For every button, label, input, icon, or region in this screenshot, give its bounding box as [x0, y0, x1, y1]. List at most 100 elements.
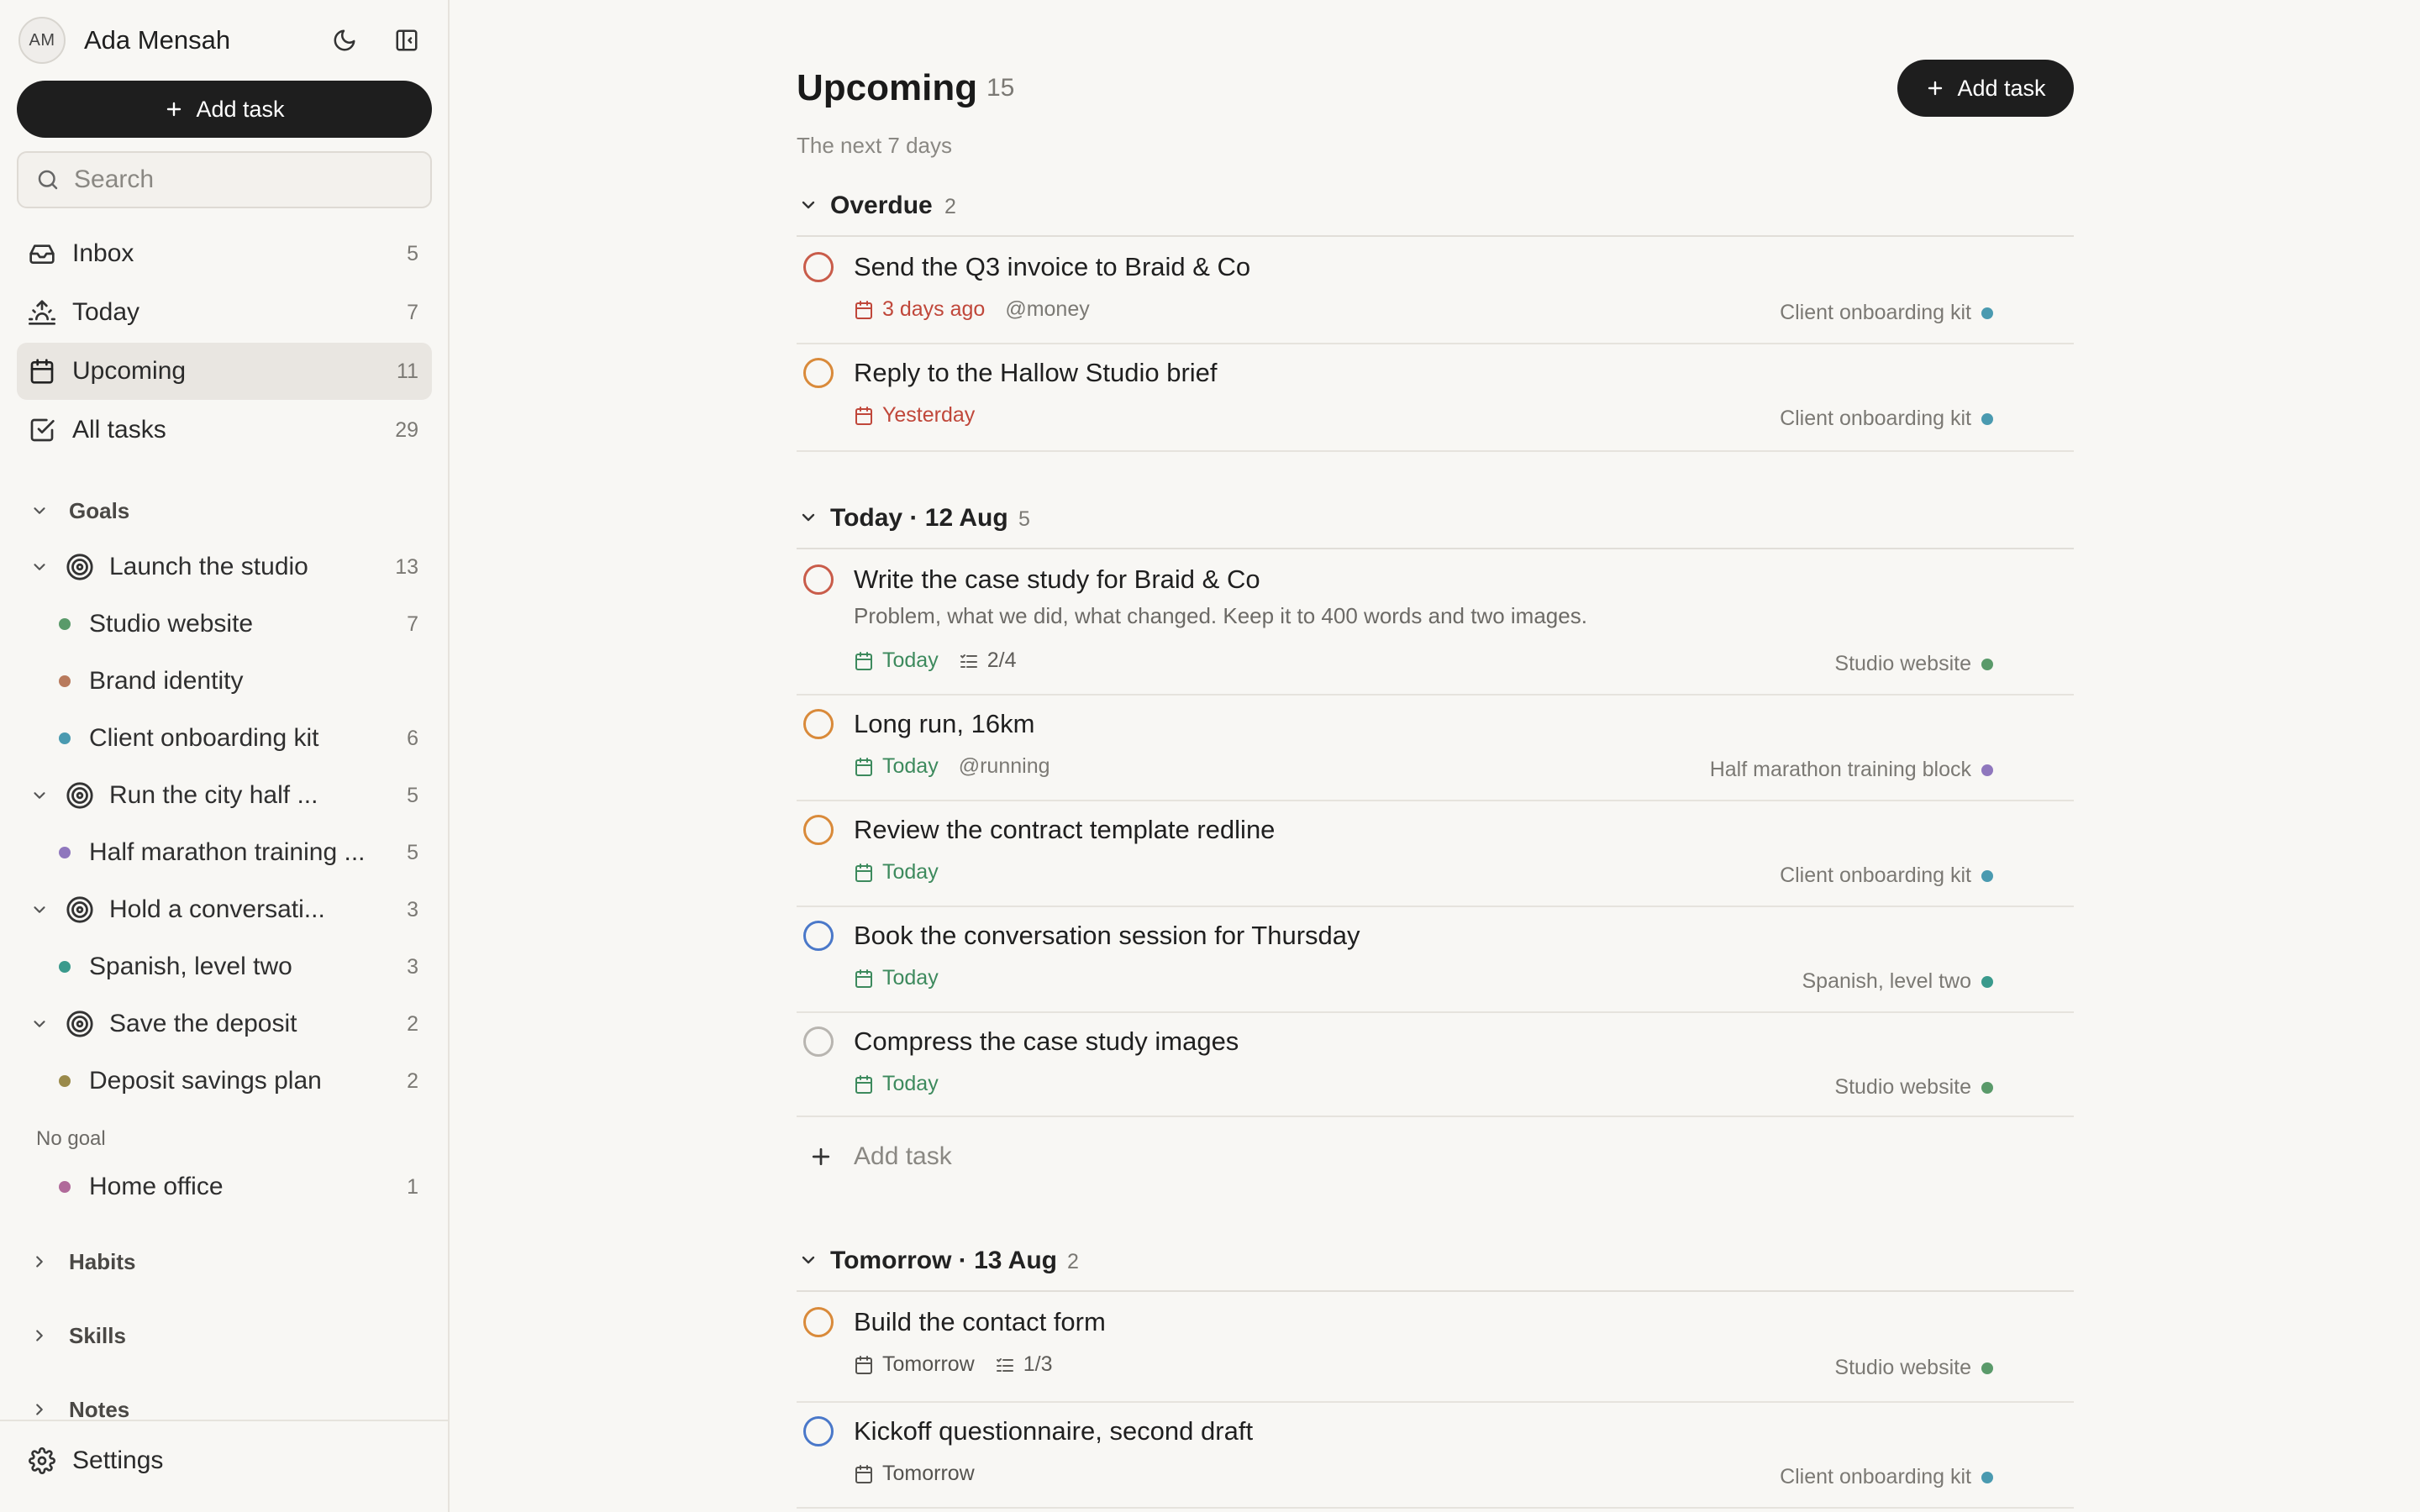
task-project-label: Client onboarding kit: [1780, 1465, 1971, 1488]
calendar-icon: [855, 1464, 872, 1483]
nav-count: 29: [395, 417, 418, 442]
page-title: Upcoming: [797, 67, 978, 108]
task-project-label: Studio website: [1834, 1356, 1971, 1379]
goal-item[interactable]: Save the deposit 2: [30, 1000, 432, 1047]
plus-icon: [812, 1147, 830, 1166]
task-checkbox[interactable]: [803, 815, 834, 845]
task-tag[interactable]: @money: [1005, 297, 1089, 322]
task-checkbox[interactable]: [803, 564, 834, 595]
chevron-down-icon: [802, 1256, 815, 1264]
project-label: Studio website: [89, 610, 254, 638]
chevron-right-icon: [36, 1330, 43, 1341]
plus-icon: [1928, 81, 1943, 96]
task-due-date: Today: [882, 860, 939, 884]
task-checkbox[interactable]: [803, 252, 834, 282]
habits-section-label: Habits: [69, 1248, 136, 1274]
task-project[interactable]: Studio website: [1834, 652, 1993, 676]
project-item-client-onboarding-kit[interactable]: Client onboarding kit 6: [59, 715, 432, 762]
skills-section-toggle[interactable]: Skills: [30, 1319, 126, 1352]
task-title: Reply to the Hallow Studio brief: [854, 358, 1218, 387]
project-item-deposit-savings[interactable]: Deposit savings plan 2: [59, 1058, 432, 1105]
chevron-down-icon[interactable]: [30, 1015, 49, 1033]
chevron-down-icon[interactable]: [30, 786, 49, 805]
goals-section-toggle[interactable]: Goals: [30, 494, 129, 528]
nav-item-upcoming[interactable]: Upcoming 11: [17, 343, 432, 400]
avatar[interactable]: AM: [18, 17, 66, 64]
nav-item-today[interactable]: Today 7: [17, 284, 432, 341]
task-due-date: Tomorrow: [882, 1462, 975, 1485]
chevron-down-icon[interactable]: [30, 900, 49, 919]
task-row[interactable]: Write the case study for Braid & Co Prob…: [797, 551, 2074, 696]
task-row[interactable]: Long run, 16km Today @running Half marat…: [797, 696, 2074, 801]
project-count: 1: [407, 1174, 418, 1199]
task-project[interactable]: Spanish, level two: [1802, 969, 1993, 994]
project-item-half-marathon[interactable]: Half marathon training ... 5: [59, 829, 432, 876]
task-subtasks: 1/3: [995, 1352, 1053, 1377]
goal-label: Launch the studio: [109, 553, 308, 580]
task-due-date: Yesterday: [882, 403, 976, 427]
page-subtitle: The next 7 days: [797, 133, 952, 158]
project-item-studio-website[interactable]: Studio website 7: [59, 601, 432, 648]
nav-label: All tasks: [72, 416, 166, 444]
task-row[interactable]: Reply to the Hallow Studio brief Yesterd…: [797, 344, 2074, 452]
group-header-overdue[interactable]: Overdue 2: [797, 183, 2074, 237]
sidebar-add-task-label: Add task: [196, 96, 285, 122]
task-project[interactable]: Client onboarding kit: [1780, 864, 1993, 888]
task-meta: Today @running: [854, 754, 1050, 779]
task-row[interactable]: Kickoff questionnaire, second draft Tomo…: [797, 1403, 2074, 1509]
search-input[interactable]: [74, 165, 410, 194]
task-project[interactable]: Half marathon training block: [1710, 758, 1993, 782]
task-checkbox[interactable]: [803, 358, 834, 388]
task-project[interactable]: Studio website: [1834, 1075, 1993, 1100]
sidebar-header: AM Ada Mensah: [18, 17, 432, 64]
task-checkbox[interactable]: [803, 1026, 834, 1057]
moon-icon[interactable]: [329, 25, 360, 55]
goal-item[interactable]: Launch the studio 13: [30, 543, 432, 591]
sidebar-add-task-button[interactable]: Add task: [17, 81, 432, 138]
project-item-spanish[interactable]: Spanish, level two 3: [59, 943, 432, 990]
task-row[interactable]: Send the Q3 invoice to Braid & Co 3 days…: [797, 239, 2074, 344]
chevron-down-icon[interactable]: [30, 558, 49, 576]
project-item-home-office[interactable]: Home office 1: [59, 1163, 432, 1210]
group-header-tomorrow[interactable]: Tomorrow · 13 Aug 2: [797, 1238, 2074, 1292]
settings-button[interactable]: Settings: [29, 1446, 163, 1475]
task-title: Compress the case study images: [854, 1026, 1239, 1056]
task-checkbox[interactable]: [803, 709, 834, 739]
task-project[interactable]: Client onboarding kit: [1780, 407, 1993, 431]
inline-add-task[interactable]: Add task: [808, 1142, 952, 1171]
task-project-label: Spanish, level two: [1802, 969, 1971, 993]
project-item-brand-identity[interactable]: Brand identity: [59, 658, 432, 705]
calendar-icon: [855, 406, 872, 425]
task-checkbox[interactable]: [803, 1307, 834, 1337]
goal-item[interactable]: Run the city half ... 5: [30, 772, 432, 819]
task-title: Build the contact form: [854, 1307, 1106, 1336]
task-project-label: Client onboarding kit: [1780, 864, 1971, 887]
habits-section-toggle[interactable]: Habits: [30, 1245, 135, 1278]
goal-item[interactable]: Hold a conversati... 3: [30, 886, 432, 933]
task-project[interactable]: Client onboarding kit: [1780, 301, 1993, 325]
task-checkbox[interactable]: [803, 921, 834, 951]
task-project[interactable]: Client onboarding kit: [1780, 1465, 1993, 1489]
task-checkbox[interactable]: [803, 1416, 834, 1446]
project-color-dot: [59, 847, 71, 858]
task-meta: Today 2/4: [854, 648, 1016, 673]
task-tag[interactable]: @running: [959, 754, 1050, 779]
add-task-button[interactable]: Add task: [1897, 60, 2074, 117]
task-project[interactable]: Studio website: [1834, 1356, 1993, 1380]
task-subtask-count: 2/4: [986, 648, 1017, 672]
task-row[interactable]: Compress the case study images Today Stu…: [797, 1013, 2074, 1117]
task-title: Kickoff questionnaire, second draft: [854, 1416, 1254, 1446]
search-box[interactable]: [17, 151, 432, 208]
group-count: 2: [1067, 1250, 1079, 1273]
project-label: Client onboarding kit: [89, 724, 319, 752]
nav-item-all-tasks[interactable]: All tasks 29: [17, 402, 432, 459]
task-row[interactable]: Review the contract template redline Tod…: [797, 801, 2074, 907]
sidebar: AM Ada Mensah Add task Inbox 5 Today 7 U…: [0, 0, 450, 1512]
user-name[interactable]: Ada Mensah: [84, 25, 230, 55]
collapse-sidebar-icon[interactable]: [392, 25, 422, 55]
task-row[interactable]: Book the conversation session for Thursd…: [797, 907, 2074, 1013]
task-row[interactable]: Build the contact form Tomorrow 1/3 Stud…: [797, 1294, 2074, 1403]
group-header-today[interactable]: Today · 12 Aug 5: [797, 496, 2074, 549]
nav-item-inbox[interactable]: Inbox 5: [17, 225, 432, 282]
goal-count: 5: [407, 783, 418, 807]
